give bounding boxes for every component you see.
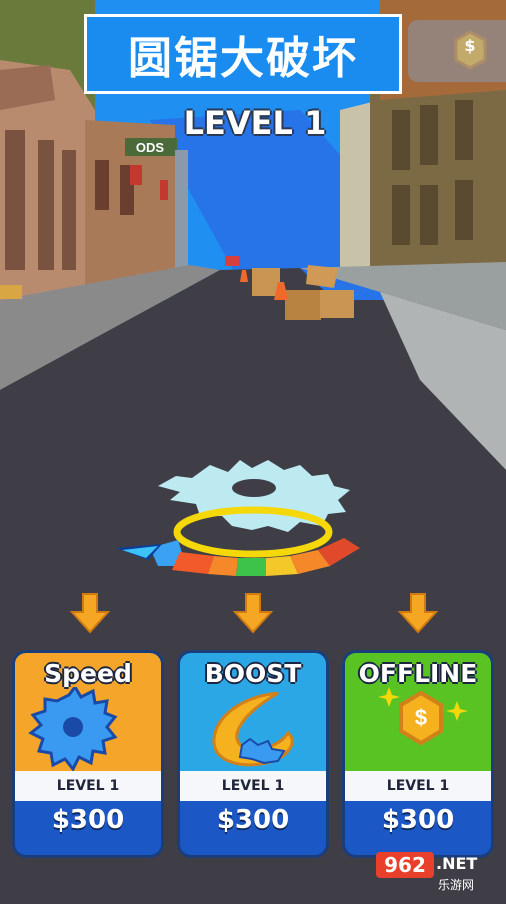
- card-level-label: LEVEL 1: [345, 771, 491, 801]
- coin-icon: $: [378, 687, 468, 746]
- coin-symbol: $: [415, 705, 427, 730]
- game-title-banner: 圆锯大破坏: [84, 14, 402, 94]
- card-price-button[interactable]: $300: [180, 805, 326, 835]
- watermark-suffix: .NET: [436, 854, 478, 873]
- level-title: LEVEL 1: [183, 104, 327, 142]
- card-level-label: LEVEL 1: [15, 771, 161, 801]
- card-title: BOOST: [204, 659, 302, 688]
- watermark-brand: 962: [376, 852, 434, 878]
- boost-upgrade-card[interactable]: BOOST LEVEL 1 $300: [177, 650, 329, 858]
- down-arrow-icon: [232, 593, 274, 634]
- coin-symbol: $: [464, 36, 476, 55]
- down-arrow-icon: [397, 593, 439, 634]
- store-sign: ODS: [136, 140, 165, 155]
- down-arrow-icon: [69, 593, 111, 634]
- card-price-button[interactable]: $300: [345, 805, 491, 835]
- speed-upgrade-card[interactable]: Speed LEVEL 1 $300: [12, 650, 164, 858]
- offline-upgrade-card[interactable]: OFFLINE $ LEVEL 1 $300: [342, 650, 494, 858]
- watermark-sub: 乐游网: [438, 878, 475, 892]
- boost-swirl-icon: [212, 691, 294, 767]
- card-level-label: LEVEL 1: [180, 771, 326, 801]
- card-title: OFFLINE: [358, 659, 478, 688]
- coin-counter-panel: $: [408, 20, 506, 82]
- card-title: Speed: [44, 659, 132, 688]
- card-price-button[interactable]: $300: [15, 805, 161, 835]
- site-watermark: 962 .NET 乐游网: [366, 848, 506, 900]
- saw-blade-icon: [28, 687, 118, 771]
